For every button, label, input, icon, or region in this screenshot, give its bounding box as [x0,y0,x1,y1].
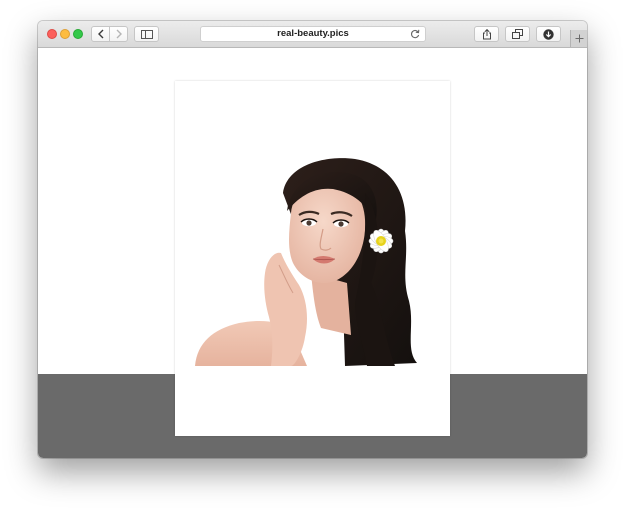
sidebar-toggle-button[interactable] [134,26,159,42]
woman-portrait-photo [195,153,419,366]
chevron-right-icon [116,29,122,39]
share-button[interactable] [474,26,499,42]
address-text: real-beauty.pics [277,28,349,39]
new-tab-button[interactable] [570,30,587,47]
forward-button[interactable] [109,26,128,42]
photo-card [175,81,450,436]
minimize-window-button[interactable] [60,29,70,39]
web-page-content [38,48,587,458]
browser-toolbar: real-beauty.pics [38,21,587,48]
show-tabs-button[interactable] [505,26,530,42]
close-window-button[interactable] [47,29,57,39]
tabs-icon [512,29,523,39]
reload-icon[interactable] [410,29,420,39]
sidebar-icon [140,29,153,39]
chevron-left-icon [97,29,103,39]
address-bar[interactable]: real-beauty.pics [200,26,426,42]
zoom-window-button[interactable] [73,29,83,39]
download-icon [543,28,554,40]
downloads-button[interactable] [536,26,561,42]
plus-icon [575,34,583,43]
share-icon [482,28,491,39]
back-button[interactable] [91,26,110,42]
browser-window: real-beauty.pics [38,21,587,458]
